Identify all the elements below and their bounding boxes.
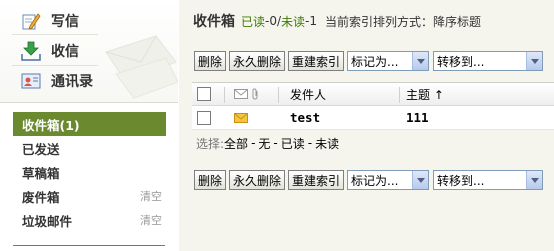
envelope-icon — [234, 89, 248, 99]
envelope-watermark-icon — [105, 35, 178, 99]
page-title: 收件箱 — [193, 14, 235, 30]
contacts-label: 通讯录 — [51, 74, 93, 90]
move-to-value: 转移到... — [437, 54, 485, 69]
mail-list-panel: 收件箱 已读 -0/未读 -1 当前索引排列方式：降序标题 删除 永久删除 重建索引… — [179, 0, 554, 251]
folder-drafts[interactable]: 草稿箱 — [0, 160, 178, 184]
select-label: 选择: — [196, 136, 225, 151]
row-sender[interactable]: test — [290, 110, 320, 125]
quick-actions-panel: 写信 收信 通讯录 — [0, 0, 178, 103]
paperclip-icon — [252, 88, 258, 100]
folder-sent[interactable]: 已发送 — [0, 136, 178, 160]
divider — [12, 34, 98, 35]
unread-status — [234, 112, 248, 123]
mark-as-select[interactable]: 标记为... — [347, 170, 430, 190]
rebuild-index-button[interactable]: 重建索引 — [288, 51, 345, 71]
read-count: -0/ — [265, 14, 282, 28]
inbox-button[interactable]: 收信 — [20, 38, 79, 64]
delete-button[interactable]: 删除 — [194, 51, 227, 71]
toolbar-bottom: 删除 永久删除 重建索引 标记为... 转移到... — [194, 167, 547, 193]
folder-list: 收件箱(1) 已发送 草稿箱 废件箱 清空 垃圾邮件 清空 — [0, 112, 178, 232]
folder-trash[interactable]: 废件箱 清空 — [0, 184, 178, 208]
table-header: 发件人 主题 ↑ — [192, 82, 554, 106]
chevron-down-icon — [412, 171, 429, 189]
selection-bar: 选择: 全部 - 无 - 已读 - 未读 — [192, 130, 554, 156]
folder-label: 废件箱 — [22, 189, 60, 205]
folder-label: 已发送 — [22, 141, 60, 157]
sender-column-header[interactable]: 发件人 — [290, 86, 326, 103]
select-all-link[interactable]: 全部 — [224, 135, 248, 152]
folder-label: 草稿箱 — [22, 165, 60, 181]
inbox-label: 收信 — [51, 44, 79, 60]
folder-label: 垃圾邮件 — [22, 213, 73, 229]
table-row[interactable]: test 111 — [192, 106, 554, 130]
address-book-icon — [20, 70, 42, 92]
mark-as-value: 标记为... — [351, 54, 399, 69]
toolbar-top: 删除 永久删除 重建索引 标记为... 转移到... — [194, 48, 547, 74]
message-table: 发件人 主题 ↑ test 111 选择: 全部 - 无 - 已读 - 未读 — [192, 82, 554, 156]
mailbox-header: 收件箱 已读 -0/未读 -1 当前索引排列方式：降序标题 — [179, 0, 554, 42]
row-subject[interactable]: 111 — [406, 110, 429, 125]
divider — [224, 87, 225, 103]
empty-spam-link[interactable]: 清空 — [140, 212, 162, 228]
divider — [13, 245, 165, 246]
download-tray-icon — [20, 40, 42, 62]
select-none-link[interactable]: 无 — [258, 135, 270, 152]
rebuild-index-button[interactable]: 重建索引 — [288, 170, 345, 190]
compose-button[interactable]: 写信 — [20, 8, 79, 34]
chevron-down-icon — [412, 52, 429, 70]
unread-count-label: 未读 — [281, 14, 306, 29]
divider — [12, 65, 98, 66]
folder-spam[interactable]: 垃圾邮件 清空 — [0, 208, 178, 232]
sort-ascending-icon: ↑ — [433, 87, 444, 102]
unread-count: -1 — [305, 14, 318, 28]
mark-as-value: 标记为... — [351, 173, 399, 188]
sort-info: 当前索引排列方式：降序标题 — [325, 14, 482, 29]
subject-column-header[interactable]: 主题 ↑ — [406, 86, 444, 103]
separator: - — [273, 136, 278, 150]
compose-label: 写信 — [51, 14, 79, 30]
permanent-delete-button[interactable]: 永久删除 — [229, 170, 286, 190]
folder-label: 收件箱(1) — [22, 117, 80, 133]
chevron-down-icon — [526, 52, 543, 70]
subject-header-label: 主题 — [406, 87, 431, 102]
separator: - — [251, 136, 256, 150]
move-to-select[interactable]: 转移到... — [433, 170, 544, 190]
unread-envelope-icon — [234, 112, 248, 123]
folder-inbox[interactable]: 收件箱(1) — [13, 112, 166, 136]
status-icons-header — [234, 88, 259, 100]
mark-as-select[interactable]: 标记为... — [347, 51, 430, 71]
chevron-down-icon — [526, 171, 543, 189]
sidebar: 写信 收信 通讯录 收件箱(1) 已发送 草稿箱 废件箱 清空 垃圾邮件 清空 — [0, 0, 178, 251]
select-all-checkbox[interactable] — [197, 87, 211, 101]
divider — [399, 87, 400, 103]
separator: - — [307, 136, 313, 150]
divider — [278, 87, 279, 103]
delete-button[interactable]: 删除 — [194, 170, 227, 190]
select-read-link[interactable]: 已读 — [281, 135, 305, 152]
read-count-label: 已读 — [241, 14, 266, 29]
contacts-button[interactable]: 通讯录 — [20, 68, 93, 94]
row-checkbox[interactable] — [197, 110, 211, 125]
pencil-icon — [20, 10, 42, 32]
select-unread-link[interactable]: 未读 — [315, 135, 339, 152]
move-to-select[interactable]: 转移到... — [433, 51, 544, 71]
permanent-delete-button[interactable]: 永久删除 — [229, 51, 286, 71]
empty-trash-link[interactable]: 清空 — [140, 188, 162, 204]
move-to-value: 转移到... — [437, 173, 485, 188]
